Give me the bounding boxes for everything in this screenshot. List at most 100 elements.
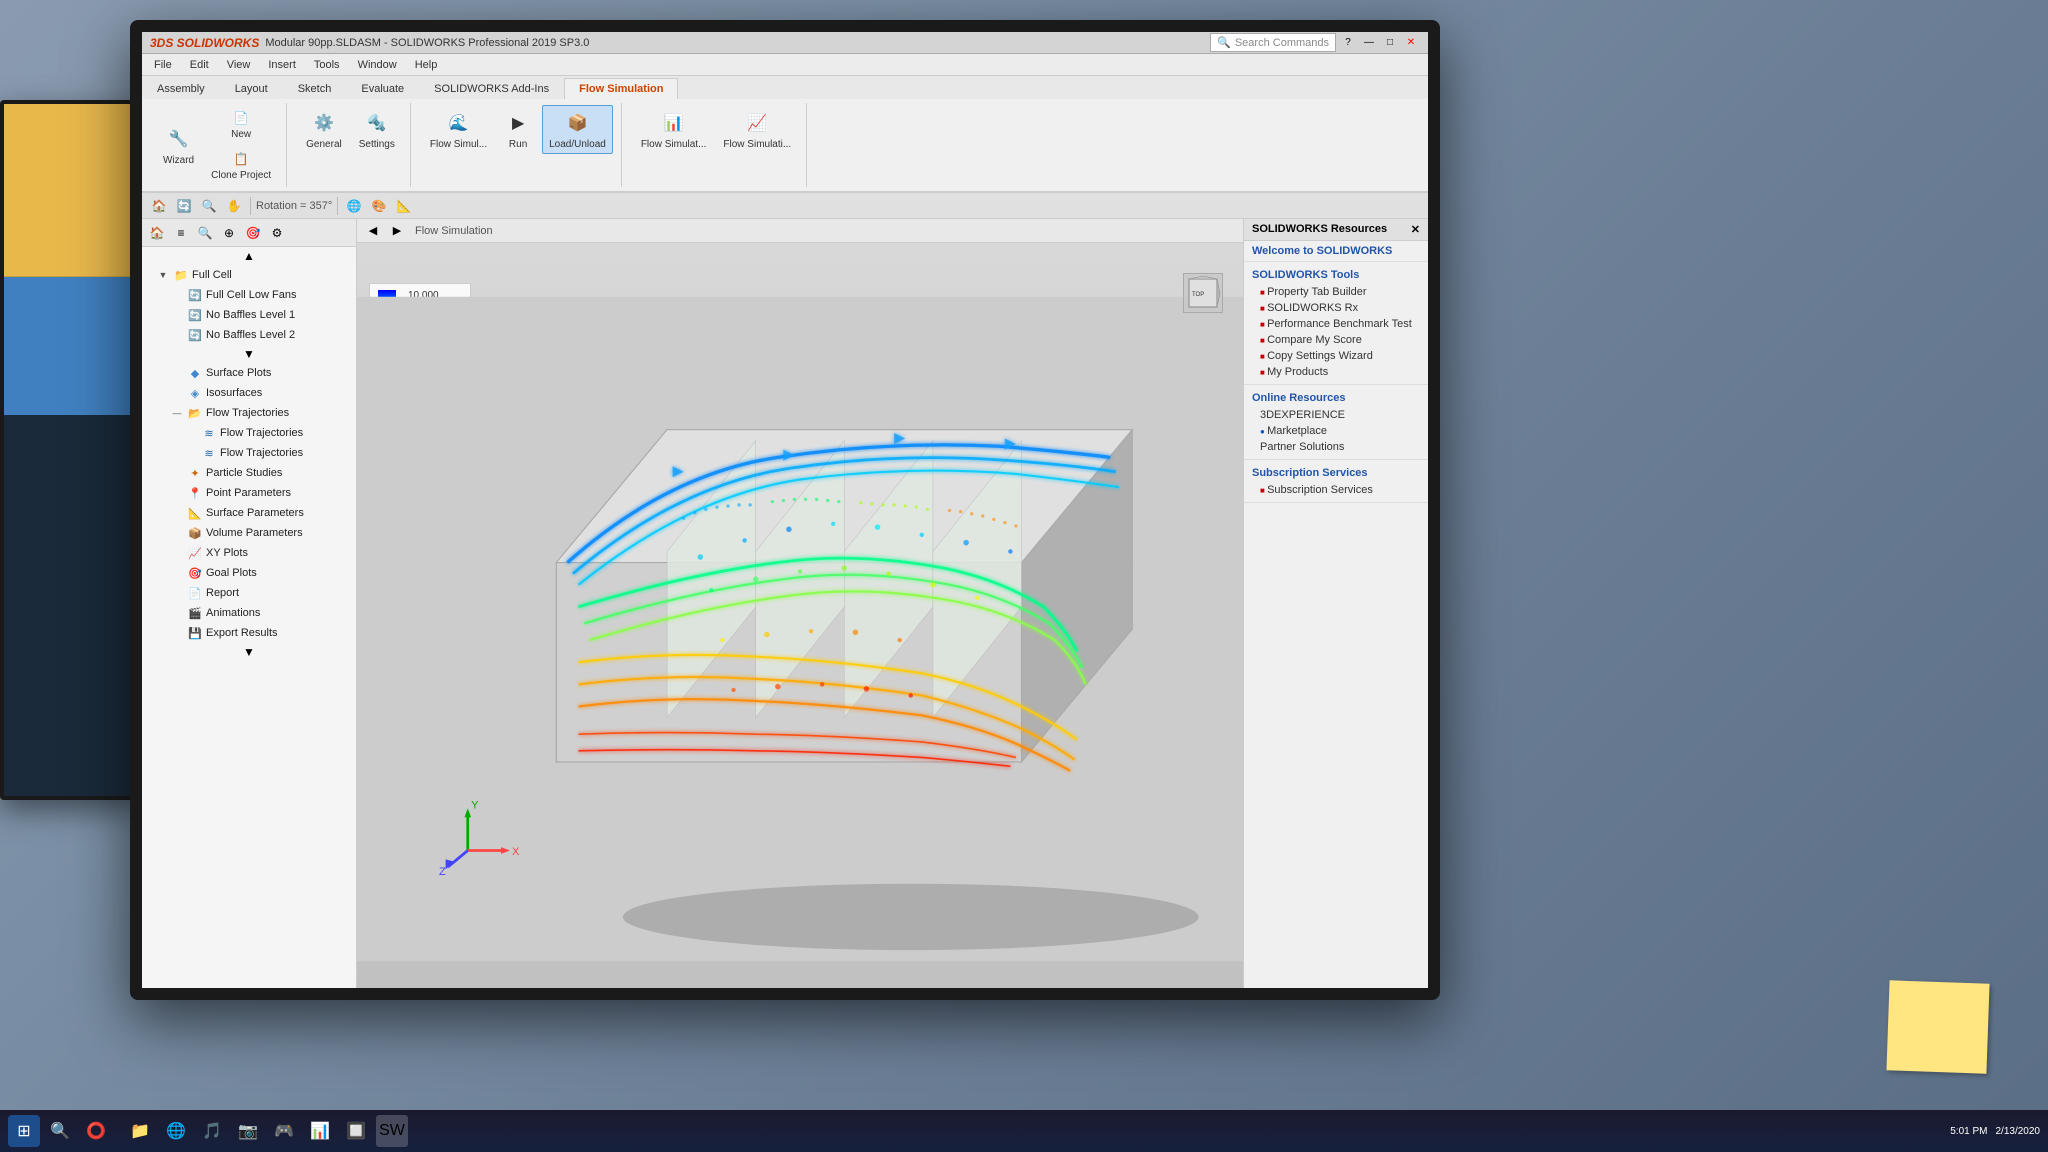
- taskbar-solidworks[interactable]: SW: [376, 1115, 408, 1147]
- cmd-display-btn[interactable]: 📐: [393, 195, 415, 217]
- cmd-rotate-btn[interactable]: 🔄: [173, 195, 195, 217]
- perf-benchmark[interactable]: Performance Benchmark Test: [1244, 316, 1428, 332]
- tree-point-params[interactable]: 📍 Point Parameters: [142, 483, 356, 503]
- taskbar-app1[interactable]: 📊: [304, 1115, 336, 1147]
- expander-goal: [170, 566, 184, 580]
- property-tab-builder[interactable]: Property Tab Builder: [1244, 284, 1428, 300]
- compare-score[interactable]: Compare My Score: [1244, 332, 1428, 348]
- scroll-down[interactable]: ▼: [142, 643, 356, 661]
- start-button[interactable]: ⊞: [8, 1115, 40, 1147]
- tree-flow-traj-1[interactable]: ≋ Flow Trajectories: [142, 423, 356, 443]
- taskbar-taskview[interactable]: ⭕: [80, 1115, 112, 1147]
- tree-no-baffles-2[interactable]: 🔄 No Baffles Level 2: [142, 325, 356, 345]
- tab-sketch[interactable]: Sketch: [283, 78, 347, 99]
- panel-list-btn[interactable]: ≡: [170, 222, 192, 244]
- tab-layout[interactable]: Layout: [220, 78, 283, 99]
- taskbar-browser[interactable]: 🌐: [160, 1115, 192, 1147]
- vp-back-btn[interactable]: ◀: [363, 221, 383, 241]
- ribbon-loadunload-btn[interactable]: 📦 Load/Unload: [542, 105, 613, 154]
- tab-flow-simulation[interactable]: Flow Simulation: [564, 78, 678, 99]
- tree-animations[interactable]: 🎬 Animations: [142, 603, 356, 623]
- taskbar-app2[interactable]: 🔲: [340, 1115, 372, 1147]
- tree-flow-traj-2[interactable]: ≋ Flow Trajectories: [142, 443, 356, 463]
- tree-surface-params[interactable]: 📐 Surface Parameters: [142, 503, 356, 523]
- scroll-down-mid[interactable]: ▼: [142, 345, 356, 363]
- right-panel-close[interactable]: ✕: [1411, 223, 1420, 236]
- panel-back-btn[interactable]: 🏠: [146, 222, 168, 244]
- cmd-home-btn[interactable]: 🏠: [148, 195, 170, 217]
- copy-settings[interactable]: Copy Settings Wizard: [1244, 348, 1428, 364]
- cmd-zoom-btn[interactable]: 🔍: [198, 195, 220, 217]
- scroll-up[interactable]: ▲: [142, 247, 356, 265]
- help-btn[interactable]: ?: [1339, 33, 1357, 51]
- maximize-btn[interactable]: □: [1381, 33, 1399, 51]
- online-header[interactable]: Online Resources: [1244, 389, 1428, 407]
- tree-xy-plots[interactable]: 📈 XY Plots: [142, 543, 356, 563]
- tree-full-cell-fans[interactable]: 🔄 Full Cell Low Fans: [142, 285, 356, 305]
- subscription-services[interactable]: Subscription Services: [1244, 482, 1428, 498]
- ribbon-run-btn[interactable]: ▶ Run: [497, 105, 539, 154]
- svg-text:X: X: [512, 846, 520, 858]
- taskbar-search[interactable]: 🔍: [44, 1115, 76, 1147]
- tree-no-baffles-1[interactable]: 🔄 No Baffles Level 1: [142, 305, 356, 325]
- close-btn[interactable]: ✕: [1402, 33, 1420, 51]
- ribbon-results2-btn[interactable]: 📈 Flow Simulati...: [716, 105, 798, 154]
- marketplace[interactable]: Marketplace: [1244, 423, 1428, 439]
- search-icon: 🔍: [1217, 36, 1231, 49]
- cmd-pan-btn[interactable]: ✋: [223, 195, 245, 217]
- subscription-header[interactable]: Subscription Services: [1244, 464, 1428, 482]
- expander-iso: [170, 386, 184, 400]
- menu-tools[interactable]: Tools: [306, 57, 348, 73]
- left-panel: 🏠 ≡ 🔍 ⊕ 🎯 ⚙ ▲ ▼ 📁 Full Cell: [142, 219, 357, 988]
- taskbar-game[interactable]: 🎮: [268, 1115, 300, 1147]
- ribbon-new-btn[interactable]: 📄 New: [204, 105, 278, 144]
- tree-full-cell[interactable]: ▼ 📁 Full Cell: [142, 265, 356, 285]
- welcome-text[interactable]: Welcome to SOLIDWORKS: [1244, 241, 1428, 262]
- taskbar-photo[interactable]: 📷: [232, 1115, 264, 1147]
- tree-surface-plots[interactable]: ◆ Surface Plots: [142, 363, 356, 383]
- taskbar-file-explorer[interactable]: 📁: [124, 1115, 156, 1147]
- tree-particle-studies[interactable]: ✦ Particle Studies: [142, 463, 356, 483]
- tab-addins[interactable]: SOLIDWORKS Add-Ins: [419, 78, 564, 99]
- cmd-color-btn[interactable]: 🎨: [368, 195, 390, 217]
- sw-rx[interactable]: SOLIDWORKS Rx: [1244, 300, 1428, 316]
- panel-config-btn[interactable]: ⚙: [266, 222, 288, 244]
- ribbon-general-btn[interactable]: ⚙️ General: [299, 105, 349, 154]
- menu-view[interactable]: View: [219, 57, 259, 73]
- ribbon-settings-btn[interactable]: 🔩 Settings: [352, 105, 402, 154]
- baffles2-icon: 🔄: [187, 327, 203, 343]
- ribbon-wizard-btn[interactable]: 🔧 Wizard: [156, 121, 201, 170]
- ribbon-clone-btn[interactable]: 📋 Clone Project: [204, 146, 278, 185]
- tab-evaluate[interactable]: Evaluate: [346, 78, 419, 99]
- tree-goal-plots[interactable]: 🎯 Goal Plots: [142, 563, 356, 583]
- menu-help[interactable]: Help: [407, 57, 446, 73]
- menu-window[interactable]: Window: [350, 57, 405, 73]
- tree-flow-trajectories-folder[interactable]: — 📂 Flow Trajectories: [142, 403, 356, 423]
- search-box[interactable]: 🔍 Search Commands: [1210, 33, 1336, 52]
- my-products[interactable]: My Products: [1244, 364, 1428, 380]
- partner-solutions[interactable]: Partner Solutions: [1244, 439, 1428, 455]
- 3dexperience[interactable]: 3DEXPERIENCE: [1244, 407, 1428, 423]
- viewport-3d[interactable]: 10.000 8.571 7.143 5.714 4.286 2.857 1.4…: [357, 243, 1243, 988]
- vp-forward-btn[interactable]: ▶: [387, 221, 407, 241]
- results2-icon: 📈: [743, 109, 771, 137]
- menu-insert[interactable]: Insert: [260, 57, 304, 73]
- panel-pie-btn[interactable]: 🎯: [242, 222, 264, 244]
- tree-export[interactable]: 💾 Export Results: [142, 623, 356, 643]
- ribbon-flowsim-btn[interactable]: 🌊 Flow Simul...: [423, 105, 494, 154]
- taskbar-spotify[interactable]: 🎵: [196, 1115, 228, 1147]
- tree-report[interactable]: 📄 Report: [142, 583, 356, 603]
- cmd-sphere-btn[interactable]: 🌐: [343, 195, 365, 217]
- panel-search-btn[interactable]: 🔍: [194, 222, 216, 244]
- navigation-cube[interactable]: TOP: [1183, 273, 1223, 313]
- minimize-btn[interactable]: —: [1360, 33, 1378, 51]
- ribbon-results1-btn[interactable]: 📊 Flow Simulat...: [634, 105, 714, 154]
- sw-tools-header[interactable]: SOLIDWORKS Tools: [1244, 266, 1428, 284]
- tree-isosurfaces[interactable]: ◈ Isosurfaces: [142, 383, 356, 403]
- tab-assembly[interactable]: Assembly: [142, 78, 220, 99]
- panel-target-btn[interactable]: ⊕: [218, 222, 240, 244]
- tree-volume-params[interactable]: 📦 Volume Parameters: [142, 523, 356, 543]
- menu-file[interactable]: File: [146, 57, 180, 73]
- anim-icon: 🎬: [187, 605, 203, 621]
- menu-edit[interactable]: Edit: [182, 57, 217, 73]
